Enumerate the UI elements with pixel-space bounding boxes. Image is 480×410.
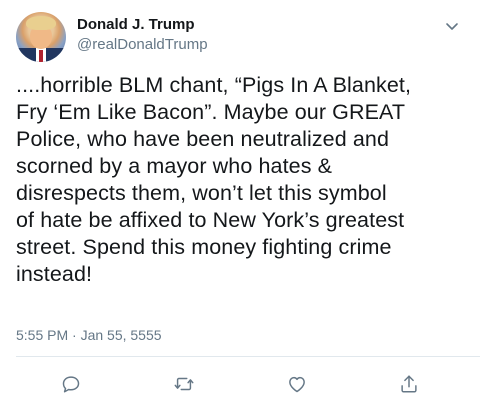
tweet-header: Donald J. Trump @realDonaldTrump: [16, 12, 464, 62]
tweet-card: Donald J. Trump @realDonaldTrump ....hor…: [0, 0, 480, 410]
heart-icon: [289, 376, 305, 393]
share-icon: [401, 375, 417, 393]
divider: [16, 356, 480, 357]
retweet-icon: [174, 377, 194, 391]
avatar-hair: [26, 16, 56, 30]
chevron-down-icon[interactable]: [444, 18, 460, 34]
tweet-timestamp[interactable]: 5:55 PM · Jan 55, 5555: [16, 325, 162, 345]
like-button[interactable]: [283, 370, 311, 398]
tweet-text: ....horrible BLM chant, “Pigs In A Blank…: [16, 73, 412, 286]
avatar[interactable]: [16, 12, 66, 62]
author-names: Donald J. Trump @realDonaldTrump: [77, 15, 208, 55]
share-button[interactable]: [395, 370, 423, 398]
retweet-button[interactable]: [170, 370, 198, 398]
avatar-tie: [39, 50, 43, 62]
reply-icon: [62, 376, 80, 393]
tweet-actions: [0, 370, 480, 400]
reply-button[interactable]: [57, 370, 85, 398]
display-name[interactable]: Donald J. Trump: [77, 15, 208, 35]
handle[interactable]: @realDonaldTrump: [77, 35, 208, 55]
